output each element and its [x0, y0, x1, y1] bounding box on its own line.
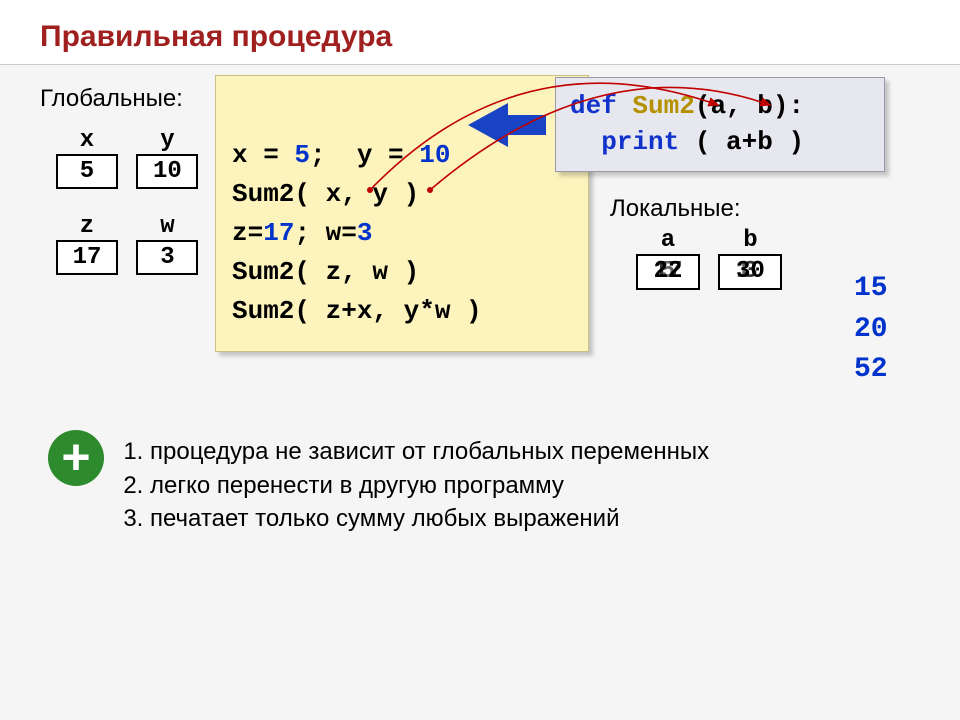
- var-name-x: x: [56, 127, 118, 154]
- n: 3: [357, 218, 373, 248]
- t: ; w=: [294, 218, 356, 248]
- out-3: 52: [854, 350, 888, 391]
- point-3: печатает только сумму любых выражений: [150, 502, 709, 536]
- fn-body: ( a+b ): [695, 127, 804, 157]
- kw-def: def: [570, 91, 617, 121]
- var-a-b: a 5 17 22 b 10 3 30: [636, 227, 786, 298]
- var-value-a: 5 17 22: [636, 254, 700, 290]
- var-name-w: w: [136, 213, 198, 240]
- var-value-w: 3: [136, 240, 198, 275]
- t: z=: [232, 218, 263, 248]
- t: Sum2( z+x, y*w ): [232, 296, 482, 326]
- n: 10: [419, 140, 450, 170]
- page-title: Правильная процедура: [40, 20, 920, 54]
- output-values: 15 20 52: [854, 269, 888, 391]
- t: Sum2( x, y ): [232, 179, 419, 209]
- var-value-b: 10 3 30: [718, 254, 782, 290]
- v: 30: [720, 258, 780, 285]
- var-value-x: 5: [56, 154, 118, 189]
- locals-label: Локальные:: [610, 195, 741, 223]
- advantages-list: процедура не зависит от глобальных перем…: [120, 435, 709, 536]
- n: 17: [263, 218, 294, 248]
- content-area: Глобальные: x 5 y 10 z 17 w 3 x = 5; y =…: [0, 65, 960, 85]
- var-value-y: 10: [136, 154, 198, 189]
- var-name-y: y: [136, 127, 198, 154]
- out-2: 20: [854, 310, 888, 351]
- t: ; y =: [310, 140, 419, 170]
- def-code-block: def Sum2(a, b): print ( a+b ): [555, 77, 885, 172]
- var-value-z: 17: [56, 240, 118, 275]
- plus-icon: +: [48, 430, 104, 486]
- out-1: 15: [854, 269, 888, 310]
- point-2: легко перенести в другую программу: [150, 469, 709, 503]
- title-bar: Правильная процедура: [0, 0, 960, 65]
- arrow-icon: [468, 103, 508, 147]
- var-name-b: b: [718, 227, 782, 254]
- point-1: процедура не зависит от глобальных перем…: [150, 435, 709, 469]
- globals-label: Глобальные:: [40, 85, 183, 113]
- var-name-a: a: [636, 227, 700, 254]
- t: x =: [232, 140, 294, 170]
- var-x: x 5 y 10: [56, 127, 202, 189]
- n: 5: [294, 140, 310, 170]
- fn-name: Sum2: [632, 91, 694, 121]
- var-z: z 17 w 3: [56, 213, 202, 275]
- v: 22: [638, 258, 698, 285]
- t: Sum2( z, w ): [232, 257, 419, 287]
- var-name-z: z: [56, 213, 118, 240]
- fn-params: (a, b):: [695, 91, 804, 121]
- kw-print: print: [601, 127, 679, 157]
